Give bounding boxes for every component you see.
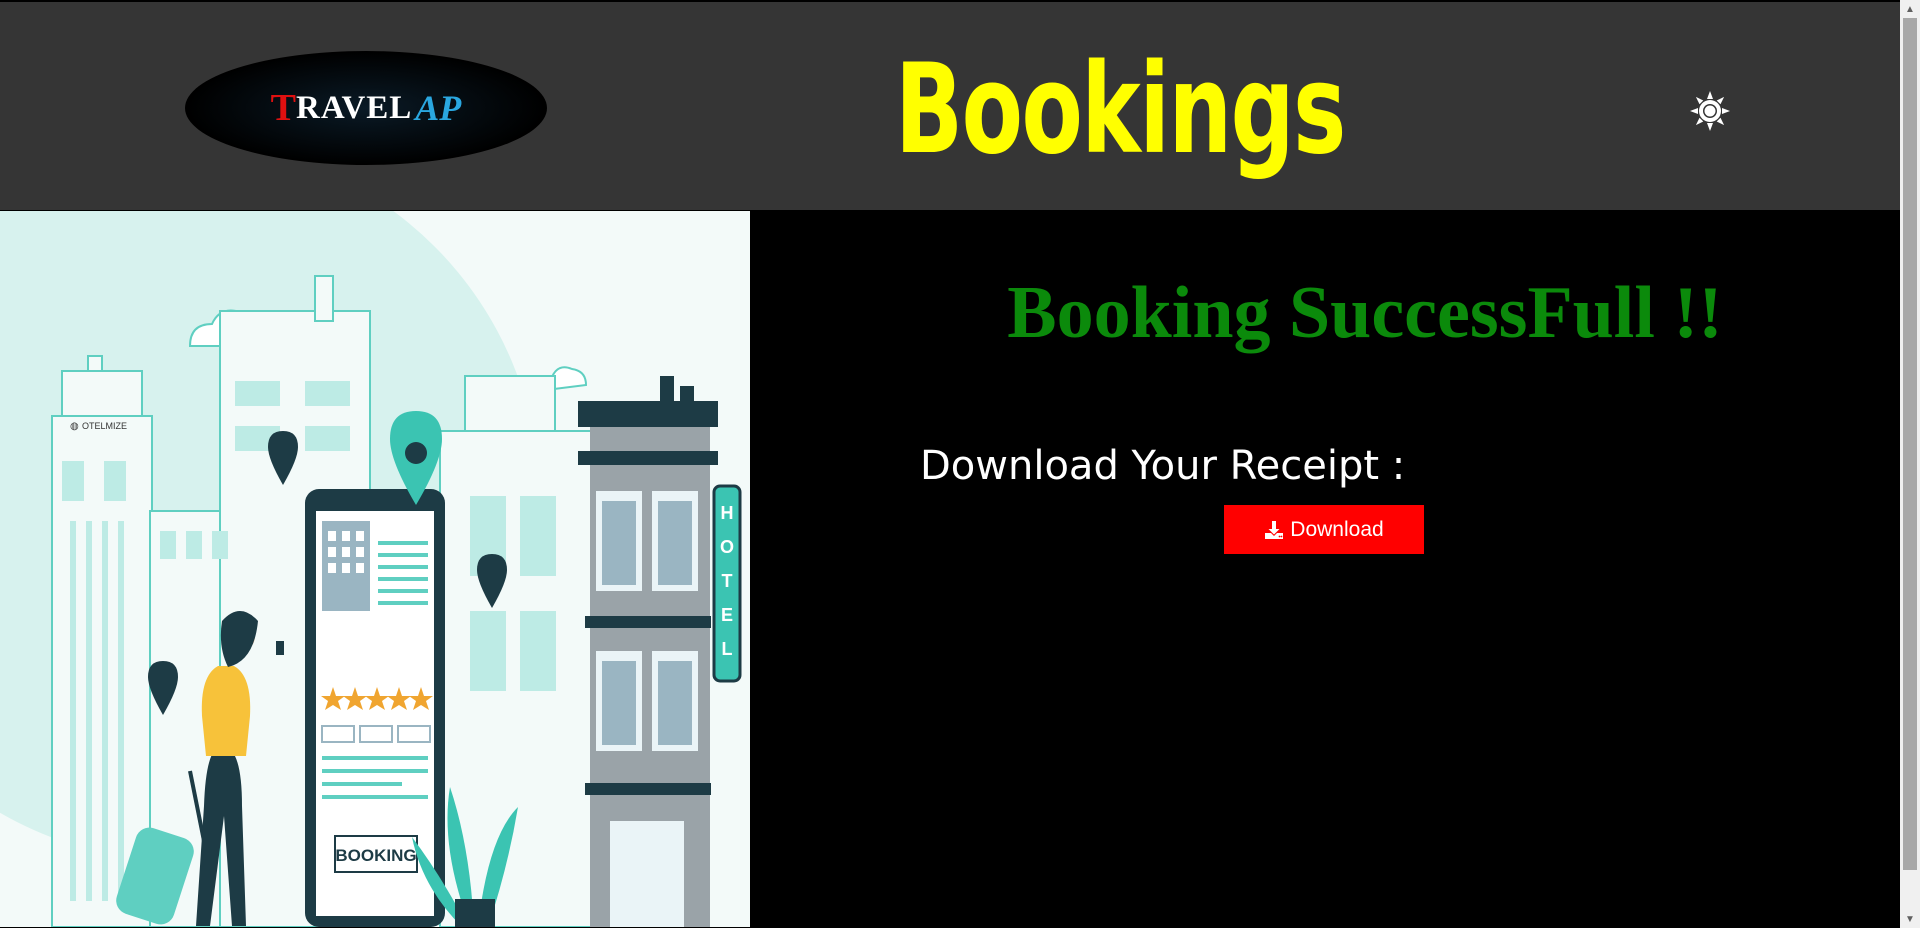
- receipt-label: Download Your Receipt :: [920, 443, 1406, 489]
- download-receipt-button[interactable]: Download: [1224, 505, 1424, 554]
- logo-letter-t: T: [270, 87, 297, 129]
- download-icon: [1265, 520, 1284, 539]
- hotel-sign-letter: E: [721, 605, 733, 625]
- logo-text-ap: AP: [415, 88, 462, 128]
- success-message: Booking SuccessFull !!: [1007, 272, 1723, 354]
- hotel-sign-letter: H: [721, 503, 734, 523]
- download-button-label: Download: [1290, 517, 1384, 541]
- booking-confirmation-panel: Booking SuccessFull !! Download Your Rec…: [750, 211, 1900, 927]
- hotel-sign-letter: L: [722, 639, 733, 659]
- vertical-scrollbar[interactable]: ▲ ▼: [1900, 0, 1920, 928]
- booking-label: BOOKING: [335, 846, 416, 865]
- page-title: Bookings: [895, 38, 1346, 182]
- scroll-down-arrow-icon[interactable]: ▼: [1900, 910, 1920, 928]
- scroll-up-arrow-icon[interactable]: ▲: [1900, 0, 1920, 18]
- hotel-booking-illustration: ◍ OTELMIZE BOOKING H O T E L: [0, 211, 750, 927]
- hotel-sign-letter: T: [722, 571, 733, 591]
- hotel-brand-text: ◍: [70, 421, 79, 432]
- travelap-logo[interactable]: T RAVEL AP: [185, 51, 547, 165]
- header: T RAVEL AP Bookings: [0, 0, 1900, 211]
- theme-toggle-button[interactable]: [1689, 90, 1731, 132]
- scrollbar-thumb[interactable]: [1903, 18, 1917, 870]
- hotel-brand-label: OTELMIZE: [82, 421, 127, 431]
- hotel-sign-letter: O: [720, 537, 734, 557]
- logo-text-ravel: RAVEL: [296, 89, 413, 126]
- illustration-svg: ◍ OTELMIZE BOOKING H O T E L: [0, 211, 742, 927]
- sun-icon: [1690, 91, 1730, 131]
